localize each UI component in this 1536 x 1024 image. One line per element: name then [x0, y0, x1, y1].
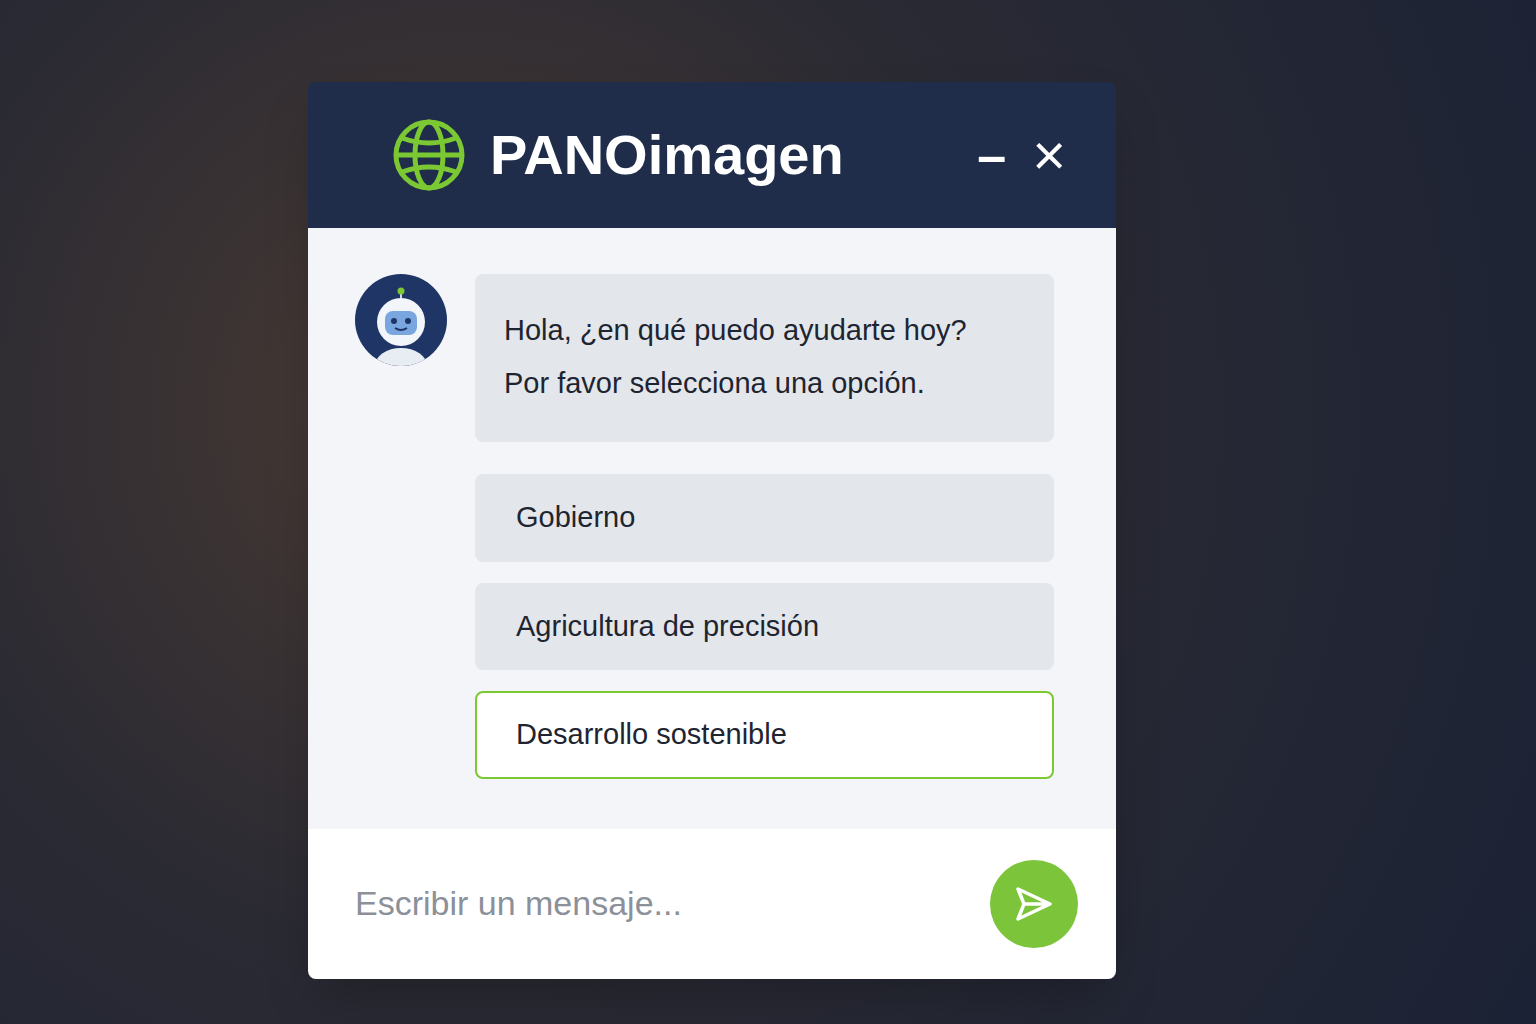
options-list: Gobierno Agricultura de precisión Desarrol…	[475, 474, 1054, 779]
chat-window: PANOimagen –× Hola, ¿en qué puedo ayudarte…	[308, 82, 1116, 979]
message-line: Hola, ¿en qué puedo ayudarte hoy?	[504, 304, 1040, 357]
bot-avatar-icon	[355, 274, 447, 366]
message-line: Por favor selecciona una opción.	[504, 357, 1040, 410]
send-button[interactable]	[990, 860, 1078, 948]
chat-footer	[308, 829, 1116, 979]
message-row: Hola, ¿en qué puedo ayudarte hoy?Por fav…	[355, 274, 1054, 442]
window-controls: –×	[975, 126, 1068, 184]
chat-title: PANOimagen	[490, 120, 844, 190]
option-button[interactable]: Agricultura de precisión	[475, 583, 1054, 671]
option-label: Agricultura de precisión	[516, 610, 819, 642]
option-label: Desarrollo sostenible	[516, 718, 787, 750]
send-icon	[1014, 884, 1054, 924]
globe-icon	[392, 118, 466, 192]
minimize-button[interactable]: –	[975, 129, 1008, 181]
message-bubble: Hola, ¿en qué puedo ayudarte hoy?Por fav…	[475, 274, 1054, 442]
chat-header: PANOimagen –×	[308, 82, 1116, 228]
option-label: Gobierno	[516, 501, 635, 533]
message-input[interactable]	[355, 878, 970, 929]
close-button[interactable]: ×	[1030, 126, 1068, 184]
option-button[interactable]: Desarrollo sostenible	[475, 691, 1054, 779]
page-background: PANOimagen –× Hola, ¿en qué puedo ayudarte…	[0, 0, 1536, 1024]
chat-body: Hola, ¿en qué puedo ayudarte hoy?Por fav…	[308, 228, 1116, 829]
option-button[interactable]: Gobierno	[475, 474, 1054, 562]
